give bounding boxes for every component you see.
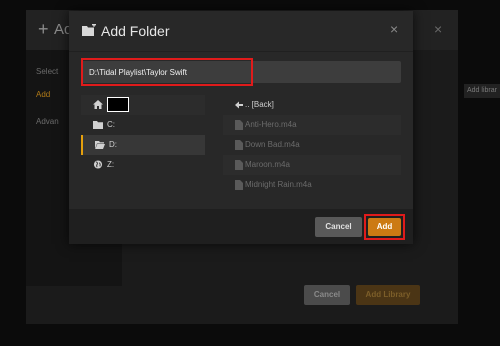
close-icon[interactable]: × xyxy=(434,22,442,36)
file-name: Down Bad.m4a xyxy=(245,140,300,149)
sidebar-item-advanced[interactable]: Advan xyxy=(36,117,59,127)
back-label: .. [Back] xyxy=(245,100,274,109)
file-row[interactable]: Midnight Rain.m4a xyxy=(223,175,401,195)
library-cancel-button[interactable]: Cancel xyxy=(304,285,350,305)
drive-row-z[interactable]: Z: xyxy=(81,155,205,175)
path-input[interactable] xyxy=(81,61,253,83)
drive-label: D: xyxy=(109,140,117,149)
file-icon xyxy=(235,180,243,190)
sidebar-item-add[interactable]: Add xyxy=(36,90,50,100)
cancel-button[interactable]: Cancel xyxy=(315,217,362,237)
drive-row-c[interactable]: C: xyxy=(81,115,205,135)
file-name: Midnight Rain.m4a xyxy=(245,180,312,189)
dialog-title: Add Folder xyxy=(101,23,170,39)
folder-open-icon xyxy=(95,141,105,149)
sidebar-item-select[interactable]: Select xyxy=(36,67,58,77)
file-icon xyxy=(235,120,243,130)
file-row[interactable]: Down Bad.m4a xyxy=(223,135,401,155)
add-library-tooltip: Add librar xyxy=(464,84,500,98)
add-button[interactable]: Add xyxy=(368,218,401,236)
close-icon[interactable]: × xyxy=(390,22,398,36)
drive-row-d[interactable]: D: xyxy=(81,135,205,155)
dialog-header: Add Folder × xyxy=(69,11,413,52)
add-library-button[interactable]: Add Library xyxy=(356,285,420,305)
file-row[interactable]: Anti-Hero.m4a xyxy=(223,115,401,135)
home-icon xyxy=(93,100,103,109)
path-field[interactable] xyxy=(81,61,401,83)
file-icon xyxy=(235,160,243,170)
back-row[interactable]: .. [Back] xyxy=(223,95,401,115)
arrow-left-icon xyxy=(235,101,243,109)
drive-label-box xyxy=(107,97,129,112)
drive-label: C: xyxy=(107,120,115,129)
file-row[interactable]: Maroon.m4a xyxy=(223,155,401,175)
plus-icon: + xyxy=(38,19,49,39)
folder-plus-icon xyxy=(82,24,96,36)
file-name: Anti-Hero.m4a xyxy=(245,120,297,129)
file-icon xyxy=(235,140,243,150)
network-icon xyxy=(93,160,103,169)
folder-icon xyxy=(93,121,103,129)
add-folder-dialog: Add Folder × C: D: xyxy=(69,11,413,244)
drive-label: Z: xyxy=(107,160,115,169)
drive-row-home[interactable] xyxy=(81,95,205,115)
file-name: Maroon.m4a xyxy=(245,160,290,169)
